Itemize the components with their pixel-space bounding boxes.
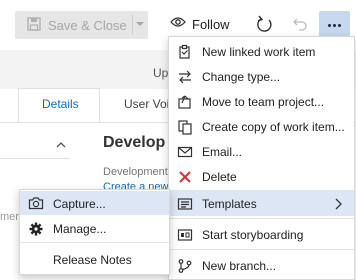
storyboard-icon bbox=[177, 227, 193, 243]
move-icon bbox=[177, 94, 193, 110]
menu-item-label: Templates bbox=[202, 197, 257, 211]
camera-icon bbox=[28, 196, 44, 210]
submenu-item-label: Release Notes bbox=[53, 253, 132, 267]
chevron-right-icon bbox=[334, 198, 342, 210]
menu-item-label: Email... bbox=[202, 145, 243, 159]
submenu-item-manage[interactable]: Manage... bbox=[20, 216, 169, 240]
gear-icon bbox=[28, 221, 44, 237]
menu-item-label: Delete bbox=[202, 170, 237, 184]
menu-item-label: Start storyboarding bbox=[202, 228, 304, 242]
menu-item-label: New linked work item bbox=[202, 45, 316, 59]
save-close-label: Save & Close bbox=[48, 18, 127, 33]
menu-item-create-copy[interactable]: Create copy of work item... bbox=[169, 114, 354, 139]
undo-icon[interactable] bbox=[292, 16, 308, 32]
menu-item-delete[interactable]: Delete bbox=[169, 164, 354, 189]
eye-icon[interactable] bbox=[170, 16, 186, 28]
menu-item-email[interactable]: Email... bbox=[169, 139, 354, 164]
submenu-item-label: Manage... bbox=[53, 222, 107, 236]
delete-icon bbox=[177, 169, 193, 185]
save-split-divider bbox=[132, 15, 133, 35]
chevron-up-icon[interactable] bbox=[56, 141, 66, 149]
menu-item-label: Move to team project... bbox=[202, 95, 325, 109]
branch-icon bbox=[177, 258, 193, 274]
copy-icon bbox=[177, 119, 193, 135]
change-type-icon bbox=[177, 69, 193, 85]
more-actions-menu: New linked work item Change type... Move… bbox=[168, 36, 355, 280]
refresh-icon[interactable] bbox=[256, 14, 274, 34]
save-icon bbox=[27, 17, 41, 31]
menu-item-start-storyboarding[interactable]: Start storyboarding bbox=[169, 222, 354, 247]
section-divider bbox=[0, 158, 70, 159]
menu-item-label: Create copy of work item... bbox=[202, 120, 345, 134]
submenu-item-label: Capture... bbox=[53, 197, 106, 211]
menu-separator bbox=[169, 218, 354, 219]
updated-text: Up bbox=[153, 66, 169, 80]
ellipsis-icon bbox=[328, 24, 331, 27]
tab-details-label: Details bbox=[42, 97, 79, 111]
submenu-item-release-notes[interactable]: Release Notes bbox=[20, 247, 169, 271]
submenu-item-capture[interactable]: Capture... bbox=[20, 191, 169, 215]
menu-item-change-type[interactable]: Change type... bbox=[169, 64, 354, 89]
new-linked-work-item-icon bbox=[177, 44, 193, 60]
menu-item-new-linked-work-item[interactable]: New linked work item bbox=[169, 39, 354, 64]
templates-icon bbox=[177, 196, 193, 212]
templates-submenu: Capture... Manage... Release Notes bbox=[19, 189, 170, 275]
tab-user-voice[interactable]: User Voi bbox=[124, 97, 169, 111]
more-actions-button[interactable] bbox=[319, 11, 350, 39]
menu-item-label: Change type... bbox=[202, 70, 281, 84]
menu-item-label: New branch... bbox=[202, 259, 277, 273]
submenu-separator bbox=[20, 242, 169, 243]
menu-item-templates[interactable]: Templates bbox=[169, 191, 354, 216]
section-subtitle: Development bbox=[103, 166, 168, 178]
follow-button[interactable]: Follow bbox=[192, 17, 230, 32]
section-title: Develop bbox=[103, 134, 166, 151]
menu-separator bbox=[169, 249, 354, 250]
save-close-button[interactable]: Save & Close bbox=[15, 11, 148, 39]
chevron-down-icon[interactable] bbox=[135, 20, 145, 28]
menu-item-new-branch[interactable]: New branch... bbox=[169, 253, 354, 278]
email-icon bbox=[177, 144, 193, 160]
menu-item-move-to-team-project[interactable]: Move to team project... bbox=[169, 89, 354, 114]
